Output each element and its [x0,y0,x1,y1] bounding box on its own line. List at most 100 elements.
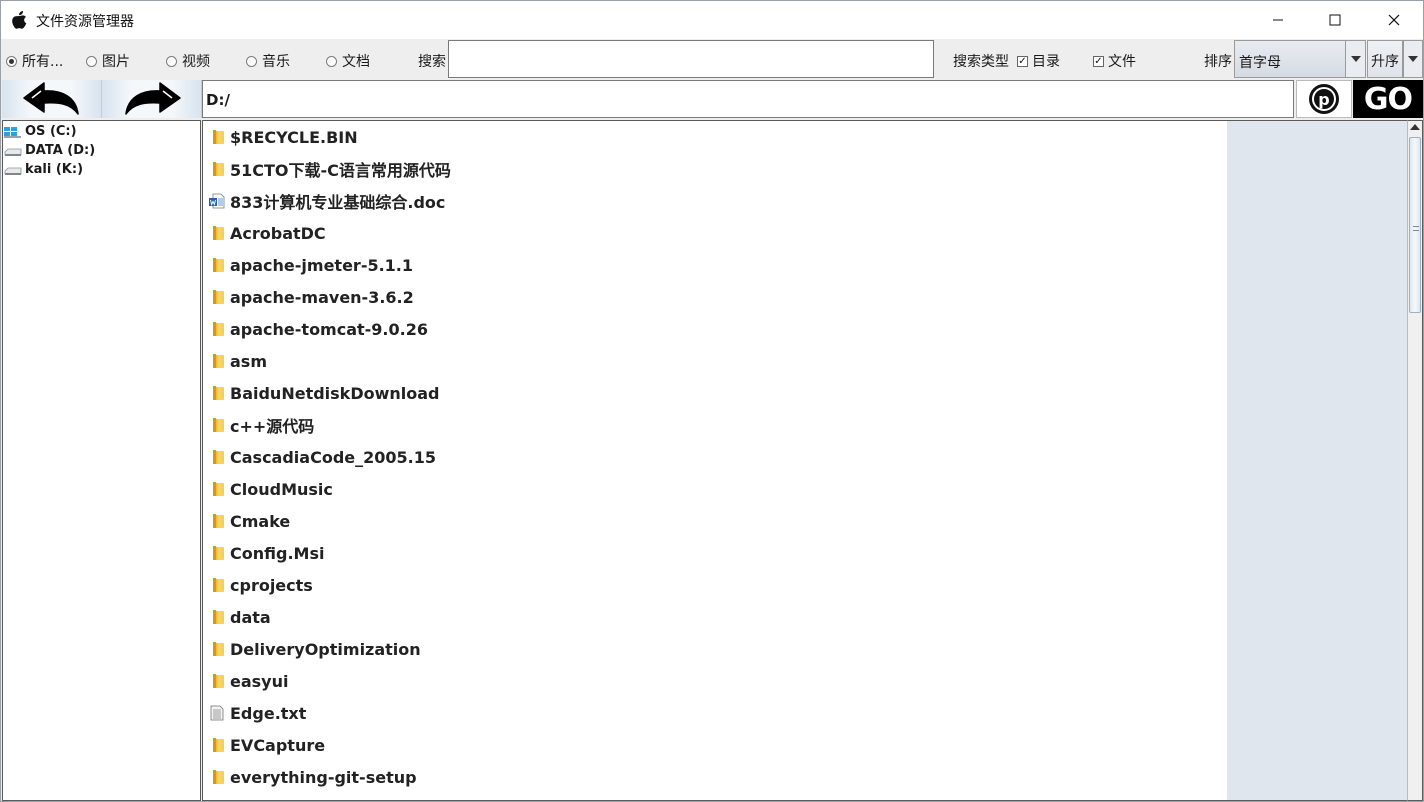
file-name: 833计算机专业基础综合.doc [230,193,446,212]
file-name: BaiduNetdiskDownload [230,383,440,403]
file-name: CascadiaCode_2005.15 [230,447,436,467]
file-name: apache-jmeter-5.1.1 [230,255,414,275]
chevron-down-icon[interactable] [1345,41,1365,77]
file-row[interactable]: everything-git-setup [203,761,1203,793]
folder-icon [213,578,225,592]
search-input[interactable] [448,40,934,78]
file-name: AcrobatDC [230,223,326,243]
drive-tree: OS (C:) DATA (D:) kali (K:) [2,120,201,801]
minimize-button[interactable] [1249,1,1307,39]
file-name: cprojects [230,575,313,595]
folder-icon [213,610,225,624]
folder-icon [213,130,225,144]
file-row[interactable]: cprojects [203,569,1203,601]
file-row[interactable]: apache-tomcat-9.0.26 [203,313,1203,345]
chevron-down-icon [1408,56,1418,62]
file-name: EVCapture [230,735,326,755]
filter-radio-documents[interactable]: 文档 [326,51,370,71]
title-bar: 文件资源管理器 [1,1,1423,39]
filter-radio-images[interactable]: 图片 [86,51,130,71]
file-name: apache-tomcat-9.0.26 [230,319,428,339]
folder-icon [213,258,225,272]
path-value: D:/ [206,91,230,109]
folder-icon [213,738,225,752]
file-name: $RECYCLE.BIN [230,127,358,147]
file-row[interactable]: data [203,601,1203,633]
file-row[interactable]: easyui [203,665,1203,697]
file-row[interactable]: 833计算机专业基础综合.doc [203,185,1203,217]
file-name: 51CTO下载-C语言常用源代码 [230,161,451,180]
drive-item-k[interactable]: kali (K:) [3,160,83,179]
file-row[interactable]: asm [203,345,1203,377]
file-row[interactable]: Cmake [203,505,1203,537]
file-row[interactable]: AcrobatDC [203,217,1203,249]
go-button[interactable]: GO [1353,80,1423,118]
order-dropdown-button[interactable] [1403,40,1423,78]
file-row[interactable]: DeliveryOptimization [203,633,1203,665]
file-row[interactable]: Config.Msi [203,537,1203,569]
scroll-up-icon[interactable] [1410,124,1420,130]
filter-radio-video[interactable]: 视频 [166,51,210,71]
back-arrow-icon [22,82,79,115]
window-title: 文件资源管理器 [36,14,134,30]
file-name: CloudMusic [230,479,333,499]
file-name: Cmake [230,511,291,531]
dir-checkbox[interactable]: ✓ 目录 [1017,51,1060,71]
file-row[interactable]: 51CTO下载-C语言常用源代码 [203,153,1203,185]
maximize-icon [1329,14,1341,26]
drive-label: OS (C:) [25,124,77,139]
drive-item-c[interactable]: OS (C:) [3,122,77,141]
folder-icon [213,642,225,656]
sort-select[interactable]: 首字母 [1234,40,1366,78]
minimize-icon [1273,19,1283,21]
radio-circle [86,55,97,67]
radio-circle [326,55,337,67]
file-name: asm [230,351,267,371]
file-checkbox-label: 文件 [1108,54,1136,70]
sort-select-value: 首字母 [1239,55,1281,71]
forward-button[interactable] [102,80,202,118]
radio-circle [246,55,257,67]
file-row[interactable]: apache-jmeter-5.1.1 [203,249,1203,281]
file-row[interactable]: CloudMusic [203,473,1203,505]
grip-icon [1413,226,1419,231]
filter-toolbar: 所有... 图片 视频 音乐 文档 搜索 搜索类型 ✓ 目录 ✓ 文件 排序 首… [1,39,1423,79]
file-row[interactable]: EVCapture [203,729,1203,761]
filter-label: 音乐 [262,54,290,70]
file-row[interactable]: $RECYCLE.BIN [203,121,1203,153]
vertical-scrollbar[interactable] [1407,120,1423,801]
p-circle-icon: p [1309,84,1339,114]
drive-label: DATA (D:) [25,143,96,158]
drive-icon [4,148,22,156]
filter-radio-all[interactable]: 所有... [6,51,63,71]
folder-icon [213,418,225,432]
file-checkbox[interactable]: ✓ 文件 [1093,51,1136,71]
file-name: everything-git-setup [230,767,417,787]
close-button[interactable] [1365,1,1423,39]
file-row[interactable]: BaiduNetdiskDownload [203,377,1203,409]
forward-arrow-icon [124,82,181,115]
order-button[interactable]: 升序 [1367,40,1403,78]
maximize-button[interactable] [1306,1,1364,39]
checkbox-box: ✓ [1017,55,1028,67]
file-row[interactable]: c++源代码 [203,409,1203,441]
drive-label: kali (K:) [25,162,84,177]
back-button[interactable] [2,80,102,118]
filter-label: 视频 [182,54,210,70]
file-name: Edge.txt [230,703,307,723]
drive-item-d[interactable]: DATA (D:) [3,141,95,160]
word-document-icon [209,193,225,209]
p-button[interactable]: p [1296,80,1352,118]
path-input[interactable]: D:/ [202,80,1294,118]
filter-radio-music[interactable]: 音乐 [246,51,290,71]
folder-icon [213,450,225,464]
search-label: 搜索 [418,54,446,70]
radio-circle [6,55,17,67]
file-row[interactable]: Edge.txt [203,697,1203,729]
file-row[interactable]: CascadiaCode_2005.15 [203,441,1203,473]
folder-icon [213,514,225,528]
scroll-thumb[interactable] [1409,137,1421,313]
folder-icon [213,162,225,176]
file-list: $RECYCLE.BIN 51CTO下载-C语言常用源代码 833计算机专业基础… [202,120,1227,801]
file-row[interactable]: apache-maven-3.6.2 [203,281,1203,313]
